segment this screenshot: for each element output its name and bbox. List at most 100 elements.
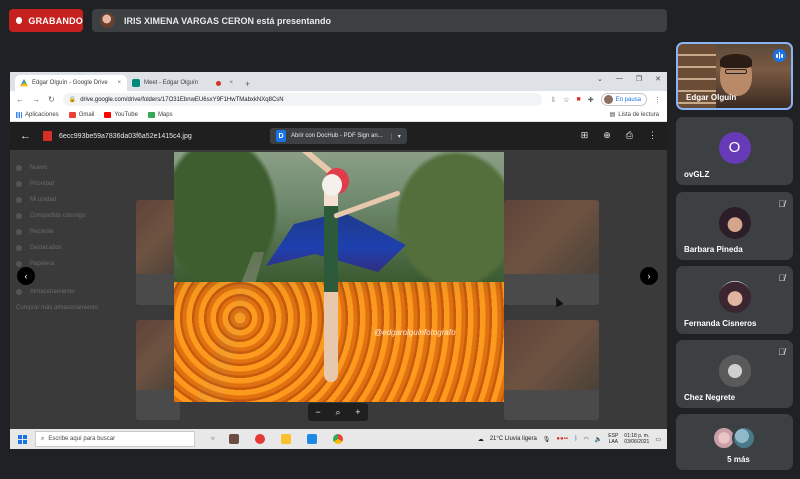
wifi-icon[interactable]: ◠ [584, 436, 589, 443]
close-tab-icon[interactable]: × [229, 80, 233, 86]
store-icon[interactable] [228, 434, 239, 444]
url-input[interactable]: 🔒 drive.google.com/drive/folders/17O31Eb… [62, 93, 543, 106]
tab-search-icon[interactable]: ⌄ [597, 75, 603, 83]
participant-video [725, 69, 747, 74]
zoom-controls: − ⌕ + [308, 403, 368, 421]
taskbar-search-input[interactable]: ⌕ Escribe aquí para buscar [35, 431, 195, 447]
apps-grid-icon [16, 111, 22, 118]
participant-name: ovGLZ [684, 170, 710, 179]
close-tab-icon[interactable]: × [117, 80, 121, 86]
participant-name: Chez Negrete [684, 393, 736, 402]
profile-button[interactable]: En pausa [600, 93, 647, 106]
mic-off-icon: 🎙̸ [778, 273, 785, 283]
forward-icon[interactable]: → [32, 95, 40, 104]
bluetooth-icon[interactable]: ᛒ [574, 436, 578, 442]
previous-image-button[interactable]: ‹ [17, 267, 35, 285]
system-tray: ☁ 21°C Lluvia ligera 🎙 ●●▪▪ ᛒ ◠ 🔈 ESP LAA… [478, 433, 667, 445]
windows-start-icon[interactable] [18, 434, 27, 444]
maximize-icon[interactable]: ❐ [636, 75, 642, 83]
chevron-down-icon[interactable]: ▾ [390, 132, 401, 140]
zoom-search-icon[interactable]: ⌕ [335, 407, 340, 418]
add-to-drive-icon[interactable]: ⊞ [581, 130, 589, 141]
clock[interactable]: 01:18 p. m. 03/06/2021 [624, 433, 649, 445]
reading-list-button[interactable]: ▤ Lista de lectura [609, 111, 659, 119]
search-placeholder: Escribe aquí para buscar [48, 436, 116, 442]
install-icon[interactable]: ⇩ [550, 96, 556, 104]
recording-indicator: GRABANDO [9, 9, 83, 32]
task-view-icon[interactable]: ○ [211, 436, 215, 442]
bookmark-maps[interactable]: Maps [147, 111, 173, 118]
add-comment-icon[interactable]: ⊕ [603, 130, 611, 141]
participant-tile-edgar[interactable]: Edgar Olguín [676, 42, 793, 110]
drive-nav-item: Almacenamiento [16, 284, 116, 300]
reload-icon[interactable]: ↻ [48, 95, 55, 104]
back-arrow-icon[interactable]: ← [20, 130, 31, 142]
back-icon[interactable]: ← [16, 95, 24, 104]
weather-text[interactable]: 21°C Lluvia ligera [490, 436, 537, 442]
avatar [718, 354, 751, 387]
participant-tile-ovglz[interactable]: O ovGLZ [676, 117, 793, 185]
nav-dot-icon [16, 261, 22, 267]
participant-tile-barbara[interactable]: 🎙̸ Barbara Pineda [676, 192, 793, 260]
tab-meet[interactable]: Meet - Edgar Olguín × [127, 75, 239, 91]
more-avatars [712, 426, 756, 450]
opera-icon[interactable] [254, 434, 265, 444]
minimize-icon[interactable]: — [616, 75, 623, 83]
participant-tile-chez[interactable]: 🎙̸ Chez Negrete [676, 340, 793, 408]
nav-dot-icon [16, 289, 22, 295]
image-trees [384, 152, 504, 302]
participant-name: Edgar Olguín [686, 93, 737, 102]
nav-dot-icon [16, 181, 22, 187]
bookmark-label: Gmail [78, 111, 95, 118]
chrome-icon[interactable] [332, 434, 343, 444]
close-window-icon[interactable]: ✕ [655, 75, 661, 83]
notifications-icon[interactable]: ▭ [655, 436, 661, 443]
drive-file-card [504, 200, 599, 305]
menu-icon[interactable]: ⋮ [654, 96, 661, 104]
chevron-right-icon: › [647, 271, 651, 281]
drive-nav-label: Mi unidad [30, 197, 57, 203]
bookmark-youtube[interactable]: YouTube [104, 111, 138, 118]
profile-avatar [603, 95, 613, 104]
zoom-out-icon[interactable]: − [315, 407, 320, 417]
viewer-actions: ⊞ ⊕ ⎙ ⋮ [581, 130, 657, 141]
open-with-button[interactable]: D Abrir con DocHub - PDF Sign an... ▾ [270, 128, 407, 144]
bookmark-gmail[interactable]: Gmail [68, 111, 95, 118]
extension-icon[interactable]: ■ [577, 96, 581, 103]
participant-tile-fernanda[interactable]: 🎙̸ Fernanda Cisneros [676, 266, 793, 334]
drive-nav-label: Prioridad [30, 181, 55, 187]
drive-nav-item: Compartido conmigo [16, 208, 116, 224]
tab-google-drive[interactable]: Edgar Olguín - Google Drive × [15, 75, 127, 91]
record-dot-icon [16, 17, 23, 24]
nav-dot-icon [16, 197, 22, 203]
microphone-icon[interactable]: 🎙 [543, 436, 551, 443]
star-icon[interactable]: ☆ [563, 96, 569, 104]
drive-nav-label: Papelera [30, 261, 55, 267]
zoom-in-icon[interactable]: + [355, 407, 360, 417]
google-meet-icon [132, 79, 140, 87]
language-indicator[interactable]: ESP LAA [608, 433, 618, 445]
drive-nav-item: Destacados [16, 240, 116, 256]
more-participants-tile[interactable]: 5 más [676, 414, 793, 470]
recording-tab-icon [216, 81, 221, 86]
bookmarks-bar: Aplicaciones Gmail YouTube Maps ▤ Lista d… [10, 108, 667, 122]
speaking-indicator-icon [773, 49, 786, 62]
avatar: O [718, 131, 751, 164]
window-controls: ⌄ — ❐ ✕ [597, 75, 661, 83]
avatar [718, 206, 751, 239]
volume-icon[interactable]: 🔈 [595, 436, 602, 443]
next-image-button[interactable]: › [640, 267, 658, 285]
tab-label: Edgar Olguín - Google Drive [32, 80, 108, 86]
puzzle-icon[interactable]: ✚ [588, 96, 594, 104]
nav-dot-icon [16, 229, 22, 235]
app-icon[interactable] [306, 434, 317, 444]
bookmark-label: Maps [157, 111, 173, 118]
bookmark-apps[interactable]: Aplicaciones [16, 111, 59, 118]
more-options-icon[interactable]: ⋮ [648, 130, 657, 141]
image-viewer-toolbar: ← 6ecc993be59a7836da03f6a52e1415c4.jpg D… [10, 122, 667, 150]
new-tab-button[interactable]: + [245, 79, 250, 89]
tray-icons[interactable]: ●●▪▪ [556, 436, 568, 442]
reading-list-icon: ▤ [609, 112, 616, 118]
file-explorer-icon[interactable] [280, 434, 291, 444]
print-icon[interactable]: ⎙ [626, 130, 633, 141]
